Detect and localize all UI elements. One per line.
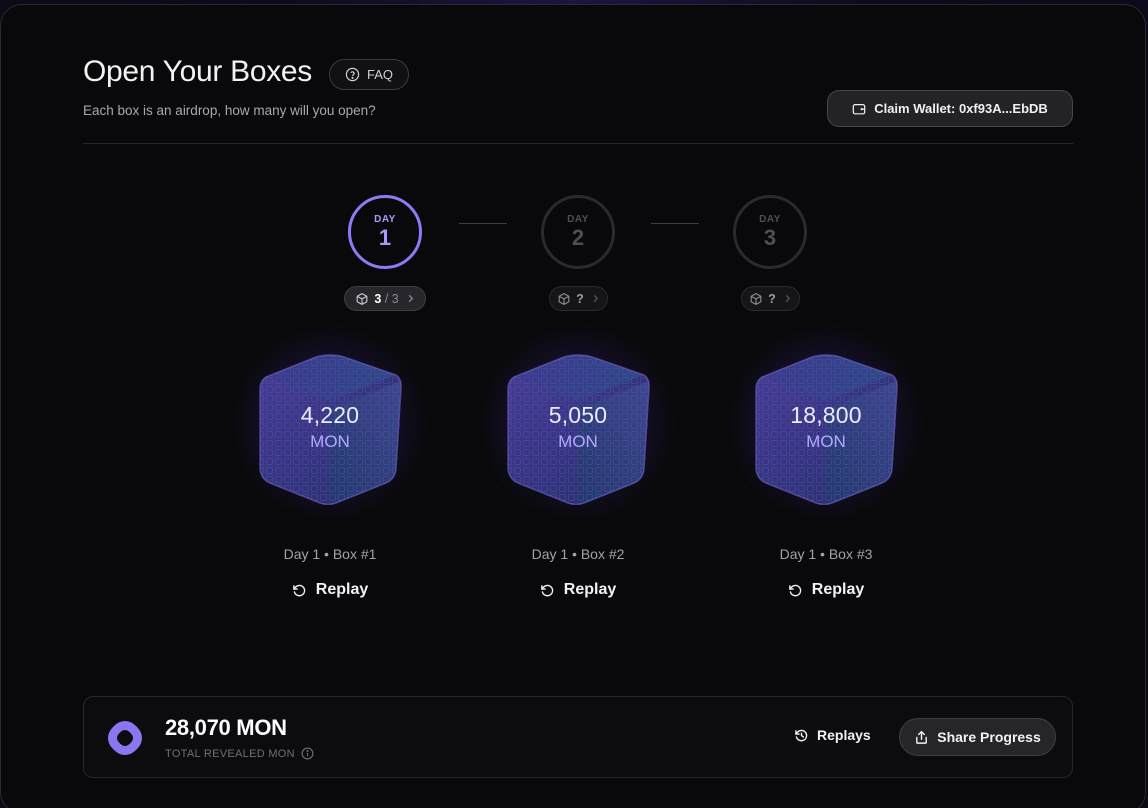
day-number: 2 <box>571 225 585 250</box>
history-icon <box>795 729 808 741</box>
box-unit: MON <box>806 432 846 451</box>
day-3-step[interactable]: DAY 3 <box>733 195 807 269</box>
box-label: Day 1 • Box #1 <box>283 546 377 562</box>
day-2-step[interactable]: DAY 2 <box>541 195 615 269</box>
rotate-ccw-icon <box>292 584 306 596</box>
monad-logo <box>108 721 142 755</box>
day-label: DAY <box>567 214 589 225</box>
page-subtitle: Each box is an airdrop, how many will yo… <box>83 103 376 118</box>
box-icon <box>750 292 762 305</box>
rotate-ccw-icon <box>788 584 802 596</box>
box-total: 3 <box>391 291 399 306</box>
replay-button[interactable]: Replay <box>478 581 678 599</box>
share-icon <box>916 730 928 744</box>
box-count-separator: / <box>381 291 392 306</box>
page-title: Open Your Boxes <box>83 55 313 88</box>
claim-wallet-button[interactable]: Claim Wallet: 0xf93A...EbDB <box>827 90 1073 127</box>
day-label: DAY <box>374 214 396 225</box>
box-unit: MON <box>558 432 598 451</box>
chevron-right-icon <box>408 294 413 303</box>
replay-button[interactable]: Replay <box>230 581 430 599</box>
wallet-icon <box>852 103 866 114</box>
summary-footer: 28,070 MON TOTAL REVEALED MON Replays Sh… <box>83 696 1073 778</box>
box-amount: 5,050 <box>548 402 608 428</box>
header-divider <box>83 143 1073 144</box>
day-connector <box>651 223 699 224</box>
replay-label: Replay <box>563 581 617 598</box>
help-circle-icon <box>345 67 360 82</box>
box-label: Day 1 • Box #3 <box>779 546 873 562</box>
day-2-box-count-pill[interactable]: ? <box>549 286 608 311</box>
box-icon <box>356 292 368 305</box>
box-unit: MON <box>310 432 350 451</box>
day-number: 3 <box>763 225 777 250</box>
box-amount: 4,220 <box>300 402 360 428</box>
box-label: Day 1 • Box #2 <box>531 546 625 562</box>
faq-button[interactable]: FAQ <box>329 59 409 90</box>
day-label: DAY <box>759 214 781 225</box>
share-progress-label: Share Progress <box>937 729 1041 745</box>
box-count: ? <box>576 291 584 306</box>
box-amount: 18,800 <box>790 402 862 428</box>
replays-label: Replays <box>817 727 871 743</box>
replays-button[interactable]: Replays <box>794 727 871 743</box>
share-progress-button[interactable]: Share Progress <box>899 718 1056 756</box>
chevron-right-icon <box>785 294 791 303</box>
faq-label: FAQ <box>366 67 393 82</box>
main-panel: Open Your Boxes FAQ Each box is an airdr… <box>0 4 1146 808</box>
total-revealed-value: 28,070 MON <box>165 715 287 740</box>
box-count: ? <box>768 291 776 306</box>
day-1-box-count-pill[interactable]: 3 / 3 <box>344 286 426 311</box>
day-connector <box>459 223 507 224</box>
replay-button[interactable]: Replay <box>726 581 926 599</box>
rotate-ccw-icon <box>540 584 554 596</box>
replay-label: Replay <box>811 581 865 598</box>
claim-wallet-label: Claim Wallet: 0xf93A...EbDB <box>874 101 1048 116</box>
total-revealed-label-row: TOTAL REVEALED MON <box>165 747 314 760</box>
replay-label: Replay <box>315 581 369 598</box>
chevron-right-icon <box>593 294 599 303</box>
info-icon[interactable] <box>301 747 314 760</box>
day-3-box-count-pill[interactable]: ? <box>741 286 800 311</box>
day-number: 1 <box>378 225 392 250</box>
box-icon <box>558 292 570 305</box>
total-revealed-label: TOTAL REVEALED MON <box>165 747 295 760</box>
day-1-step[interactable]: DAY 1 <box>348 195 422 269</box>
